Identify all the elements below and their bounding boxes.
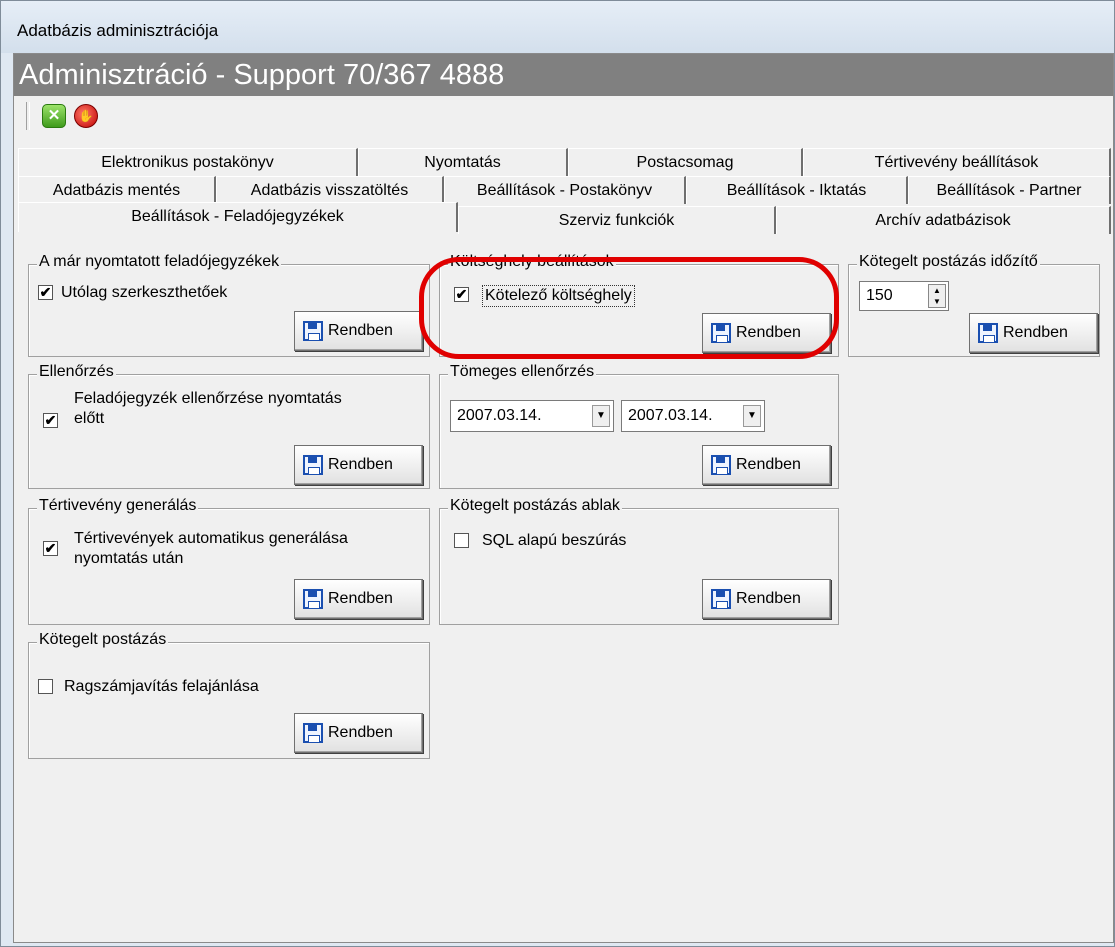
tab-beallitasok-partner[interactable]: Beállítások - Partner	[908, 176, 1111, 204]
timer-spinner[interactable]: 150 ▲ ▼	[859, 281, 949, 311]
button-label: Rendben	[328, 724, 393, 741]
toolbar: ✕ ✋	[14, 96, 1113, 136]
button-label: Rendben	[736, 590, 801, 607]
checkbox-feladojegyzek-ellenorzese[interactable]: ✔	[43, 413, 58, 428]
tab-elektronikus-postakonyv[interactable]: Elektronikus postakönyv	[18, 148, 358, 176]
group-check: Ellenőrzés ✔ Feladójegyzék ellenőrzése n…	[28, 363, 430, 489]
button-label: Rendben	[328, 590, 393, 607]
group-title: Tömeges ellenőrzés	[448, 363, 597, 381]
checkbox-utolag-szerkesztheto[interactable]: ✔	[38, 285, 53, 300]
toolbar-separator	[26, 102, 30, 130]
rendben-button[interactable]: Rendben	[702, 445, 831, 485]
checkbox-label: Ragszámjavítás felajánlása	[64, 678, 259, 695]
save-icon	[711, 323, 731, 343]
save-icon	[303, 723, 323, 743]
tab-tertiveveny-beallitasok[interactable]: Tértivevény beállítások	[803, 148, 1111, 176]
checkbox-label: Utólag szerkeszthetőek	[61, 284, 228, 301]
checkbox-sql-alapu-beszuras[interactable]	[454, 533, 469, 548]
checkbox-label-line1: Tértivevények automatikus generálása	[74, 530, 348, 547]
spinner-arrows[interactable]: ▲ ▼	[928, 284, 946, 308]
group-batch-window: Kötegelt postázás ablak SQL alapú beszúr…	[439, 497, 839, 625]
rendben-button[interactable]: Rendben	[294, 311, 423, 351]
up-arrow-icon[interactable]: ▲	[933, 286, 941, 295]
rendben-button[interactable]: Rendben	[702, 579, 831, 619]
tab-nyomtatas[interactable]: Nyomtatás	[358, 148, 568, 176]
group-title: Ellenőrzés	[37, 363, 116, 381]
group-title: Költséghely beállítások	[448, 253, 616, 271]
tab-adatbazis-mentes[interactable]: Adatbázis mentés	[18, 176, 216, 204]
group-return-receipt: Tértivevény generálás ✔ Tértivevények au…	[28, 497, 430, 625]
down-arrow-icon[interactable]: ▼	[933, 297, 941, 306]
rendben-button[interactable]: Rendben	[294, 445, 423, 485]
button-label: Rendben	[328, 456, 393, 473]
checkbox-label: Kötelező költséghely	[482, 285, 635, 307]
checkbox-label-line1: Feladójegyzék ellenőrzése nyomtatás	[74, 390, 342, 407]
group-title: Kötegelt postázás időzítő	[857, 253, 1040, 271]
rendben-button[interactable]: Rendben	[702, 313, 831, 353]
group-title: Kötegelt postázás ablak	[448, 497, 622, 515]
group-cost-center: Költséghely beállítások ✔ Kötelező költs…	[439, 253, 839, 357]
date-from-value: 2007.03.14.	[457, 407, 542, 424]
checkbox-label: SQL alapú beszúrás	[482, 532, 627, 549]
button-label: Rendben	[1003, 324, 1068, 341]
save-icon	[303, 455, 323, 475]
button-label: Rendben	[328, 322, 393, 339]
save-icon	[303, 321, 323, 341]
dropdown-arrow-icon[interactable]: ▼	[743, 405, 761, 427]
checkbox-tertivevenyek-generalasa[interactable]: ✔	[43, 541, 58, 556]
date-to-value: 2007.03.14.	[628, 407, 713, 424]
close-icon[interactable]: ✕	[42, 104, 66, 128]
group-printed-lists: A már nyomtatott feladójegyzékek ✔ Utóla…	[28, 253, 430, 357]
rendben-button[interactable]: Rendben	[294, 579, 423, 619]
date-to-select[interactable]: 2007.03.14. ▼	[621, 400, 765, 432]
tab-archiv-adatbazisok[interactable]: Archív adatbázisok	[776, 206, 1111, 234]
tab-adatbazis-visszatoltes[interactable]: Adatbázis visszatöltés	[216, 176, 444, 204]
save-icon	[978, 323, 998, 343]
group-title: Tértivevény generálás	[37, 497, 199, 515]
window-title: Adatbázis adminisztrációja	[17, 21, 219, 40]
app-window: Adatbázis adminisztrációja Adminisztráci…	[0, 0, 1115, 947]
checkbox-ragszamjavitas[interactable]	[38, 679, 53, 694]
dropdown-arrow-icon[interactable]: ▼	[592, 405, 610, 427]
tab-postacsomag[interactable]: Postacsomag	[568, 148, 803, 176]
stop-hand-icon[interactable]: ✋	[74, 104, 98, 128]
group-title: Kötegelt postázás	[37, 631, 169, 649]
group-mass-check: Tömeges ellenőrzés 2007.03.14. ▼ 2007.03…	[439, 363, 839, 489]
banner: Adminisztráció - Support 70/367 4888	[14, 54, 1113, 96]
rendben-button[interactable]: Rendben	[969, 313, 1098, 353]
tab-beallitasok-iktatas[interactable]: Beállítások - Iktatás	[686, 176, 908, 204]
tab-beallitasok-postakonyv[interactable]: Beállítások - Postakönyv	[444, 176, 686, 204]
save-icon	[711, 455, 731, 475]
save-icon	[303, 589, 323, 609]
checkbox-kotelezo-koltseghely[interactable]: ✔	[454, 287, 469, 302]
timer-value: 150	[866, 287, 893, 304]
tab-beallitasok-feladojegyzekek[interactable]: Beállítások - Feladójegyzékek	[18, 202, 458, 232]
group-title: A már nyomtatott feladójegyzékek	[37, 253, 282, 271]
checkbox-label-line2: nyomtatás után	[74, 550, 184, 567]
rendben-button[interactable]: Rendben	[294, 713, 423, 753]
save-icon	[711, 589, 731, 609]
group-batch-mail: Kötegelt postázás Ragszámjavítás felaján…	[28, 631, 430, 759]
checkbox-label-line2: előtt	[74, 410, 105, 427]
date-from-select[interactable]: 2007.03.14. ▼	[450, 400, 614, 432]
tab-szerviz-funkciok[interactable]: Szerviz funkciók	[458, 206, 776, 234]
group-batch-timer: Kötegelt postázás időzítő 150 ▲ ▼ Rendben	[848, 253, 1100, 357]
button-label: Rendben	[736, 324, 801, 341]
title-bar: Adatbázis adminisztrációja	[1, 1, 1114, 53]
tab-strip: Elektronikus postakönyv Nyomtatás Postac…	[14, 136, 1113, 234]
button-label: Rendben	[736, 456, 801, 473]
